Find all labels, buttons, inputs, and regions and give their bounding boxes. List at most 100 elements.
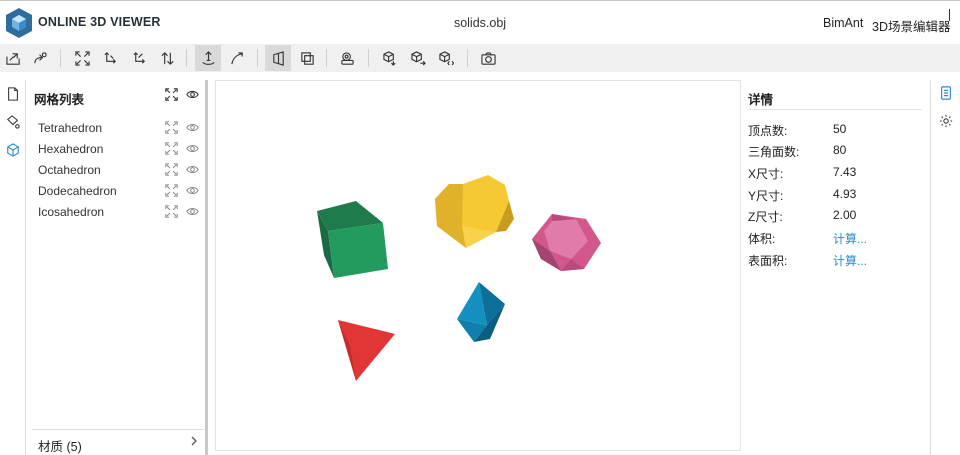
expand-icon	[165, 121, 178, 134]
details-icon	[941, 86, 951, 100]
calculate-surface-link[interactable]: 计算...	[833, 252, 867, 269]
mesh-list: Tetrahedron Hexahedron Octahedron Dodeca…	[27, 117, 205, 222]
fit-mesh-button[interactable]	[164, 162, 179, 177]
fit-mesh-button[interactable]	[164, 204, 179, 219]
share-icon	[410, 50, 426, 65]
detail-key: 表面积:	[748, 254, 788, 268]
materials-section-toggle[interactable]: 材质 (5)	[32, 429, 204, 454]
mesh-item-hexahedron[interactable]: Hexahedron	[27, 138, 205, 159]
fit-all-button[interactable]	[164, 87, 179, 102]
toolbar-separator	[467, 49, 468, 67]
meshes-tab-button[interactable]	[3, 140, 23, 160]
eye-icon	[186, 165, 199, 174]
dodecahedron-model[interactable]	[435, 175, 514, 248]
orthographic-icon	[300, 51, 314, 65]
set-up-vector-button[interactable]	[97, 45, 123, 71]
show-all-button[interactable]	[185, 87, 200, 102]
detail-row-triangles: 三角面数: 80	[748, 140, 924, 161]
gear-icon	[939, 114, 953, 128]
bimant-link[interactable]: BimAnt	[823, 16, 863, 30]
camera-icon	[480, 51, 496, 65]
toggle-visibility-button[interactable]	[185, 120, 200, 135]
free-orbit-button[interactable]	[224, 45, 250, 71]
measure-button[interactable]	[334, 45, 360, 71]
fit-mesh-button[interactable]	[164, 141, 179, 156]
export-model-button[interactable]	[377, 45, 403, 71]
material-icon	[6, 115, 20, 129]
share-model-button[interactable]	[405, 45, 431, 71]
file-name: solids.obj	[453, 16, 507, 30]
mesh-item-octahedron[interactable]: Octahedron	[27, 159, 205, 180]
detail-row-vertices: 顶点数: 50	[748, 119, 924, 140]
orthographic-camera-button[interactable]	[294, 45, 320, 71]
toolbar-separator	[326, 49, 327, 67]
eye-icon	[186, 123, 199, 132]
fit-icon	[74, 50, 90, 66]
materials-label: 材质 (5)	[38, 440, 82, 454]
mesh-item-icosahedron[interactable]: Icosahedron	[27, 201, 205, 222]
open-file-button[interactable]	[0, 45, 26, 71]
detail-key: 三角面数:	[748, 145, 800, 159]
tetrahedron-model[interactable]	[338, 320, 395, 381]
detail-value: 2.00	[833, 208, 857, 222]
toggle-visibility-button[interactable]	[185, 204, 200, 219]
panel-splitter[interactable]	[205, 80, 208, 455]
detail-value: 50	[833, 122, 847, 136]
mesh-item-dodecahedron[interactable]: Dodecahedron	[27, 180, 205, 201]
cube-icon	[7, 143, 19, 157]
toggle-visibility-button[interactable]	[185, 162, 200, 177]
measure-icon	[340, 51, 354, 65]
fit-mesh-button[interactable]	[164, 120, 179, 135]
mesh-item-tetrahedron[interactable]: Tetrahedron	[27, 117, 205, 138]
hexahedron-model[interactable]	[317, 201, 388, 278]
mesh-list-title: 网格列表	[34, 93, 85, 107]
expand-icon	[165, 142, 178, 155]
snapshot-button[interactable]	[475, 45, 501, 71]
arrows-updown-icon	[160, 51, 174, 65]
header: ONLINE 3D VIEWER solids.obj BimAnt 3D场景编…	[0, 0, 960, 44]
open-url-button[interactable]	[27, 45, 53, 71]
expand-icon	[165, 163, 178, 176]
open-url-icon	[33, 51, 47, 63]
details-tab-button[interactable]	[936, 83, 956, 103]
perspective-icon	[272, 50, 284, 66]
files-tab-button[interactable]	[3, 84, 23, 104]
details-title: 详情	[748, 93, 774, 107]
toggle-visibility-button[interactable]	[185, 183, 200, 198]
detail-key: Y尺寸:	[748, 189, 784, 203]
detail-row-z-size: Z尺寸: 2.00	[748, 205, 924, 226]
settings-tab-button[interactable]	[936, 111, 956, 131]
fixed-up-icon	[201, 50, 215, 65]
detail-value: 80	[833, 143, 847, 157]
fit-mesh-button[interactable]	[164, 183, 179, 198]
3d-viewport[interactable]	[215, 80, 741, 451]
flip-icon	[132, 51, 145, 64]
flip-up-vector-button[interactable]	[126, 45, 152, 71]
calculate-volume-link[interactable]: 计算...	[833, 230, 867, 247]
mesh-label: Octahedron	[38, 163, 101, 177]
fit-to-window-button[interactable]	[69, 45, 95, 71]
detail-value: 4.93	[833, 187, 857, 201]
mesh-list-panel: 网格列表 Tetrahedron Hexahedron Octahedron D…	[27, 80, 207, 455]
text-cursor	[949, 9, 950, 21]
embed-icon	[438, 50, 454, 65]
toggle-visibility-button[interactable]	[185, 141, 200, 156]
scene-editor-link[interactable]: 3D场景编辑器	[872, 16, 950, 35]
flip-up-down-button[interactable]	[154, 45, 180, 71]
icosahedron-model[interactable]	[532, 214, 601, 271]
materials-tab-button[interactable]	[3, 112, 23, 132]
mesh-label: Dodecahedron	[38, 184, 117, 198]
file-icon	[8, 87, 18, 101]
detail-row-y-size: Y尺寸: 4.93	[748, 184, 924, 205]
octahedron-model[interactable]	[457, 282, 505, 342]
mesh-label: Tetrahedron	[38, 121, 103, 135]
embed-model-button[interactable]	[433, 45, 459, 71]
open-file-icon	[5, 52, 20, 65]
export-icon	[382, 50, 396, 66]
free-orbit-icon	[230, 51, 243, 64]
fixed-up-vector-button[interactable]	[195, 45, 221, 71]
toolbar-separator	[257, 49, 258, 67]
toolbar-separator	[186, 49, 187, 67]
toolbar-separator	[60, 49, 61, 67]
perspective-camera-button[interactable]	[265, 45, 291, 71]
